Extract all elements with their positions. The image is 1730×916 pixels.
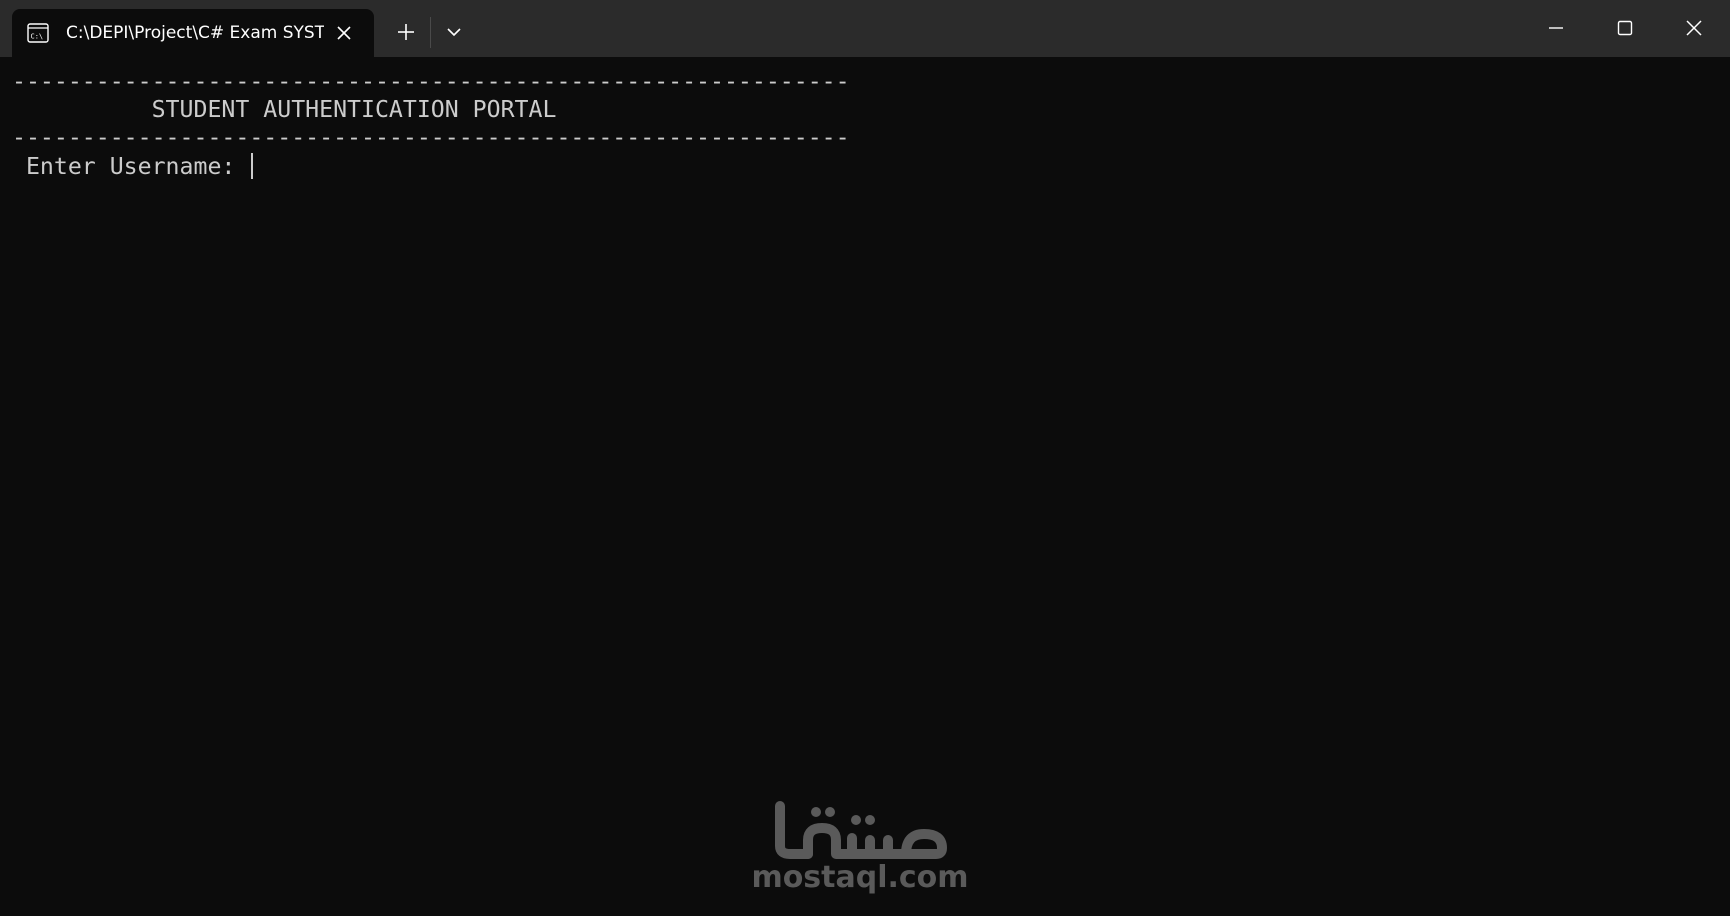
username-prompt-line[interactable]: Enter Username: (12, 153, 254, 181)
watermark: mostaql.com (740, 800, 980, 900)
portal-heading: STUDENT AUTHENTICATION PORTAL (12, 96, 557, 123)
maximize-icon[interactable] (1610, 14, 1640, 42)
close-icon[interactable] (1679, 14, 1709, 42)
tab-close-icon[interactable] (332, 21, 356, 45)
tab-active[interactable]: C:\ C:\DEPI\Project\C# Exam SYSTEM (12, 9, 374, 57)
terminal-output[interactable]: ----------------------------------------… (0, 57, 1730, 916)
tab-title: C:\DEPI\Project\C# Exam SYSTEM (66, 23, 324, 43)
title-bar[interactable]: C:\ C:\DEPI\Project\C# Exam SYSTEM (0, 0, 1730, 57)
toolbar-divider (430, 17, 431, 48)
username-prompt: Enter Username: (12, 153, 250, 180)
terminal-window: C:\ C:\DEPI\Project\C# Exam SYSTEM -----… (0, 0, 1730, 916)
separator-line-bottom: ----------------------------------------… (12, 124, 850, 151)
svg-text:C:\: C:\ (31, 33, 44, 41)
plus-icon[interactable] (392, 18, 420, 46)
watermark-domain: mostaql.com (751, 860, 969, 895)
minimize-icon[interactable] (1541, 14, 1571, 42)
console-icon: C:\ (27, 23, 49, 43)
mostaql-logo (775, 801, 947, 859)
chevron-down-icon[interactable] (440, 18, 468, 46)
separator-line-top: ----------------------------------------… (12, 68, 850, 95)
text-cursor (251, 153, 254, 179)
